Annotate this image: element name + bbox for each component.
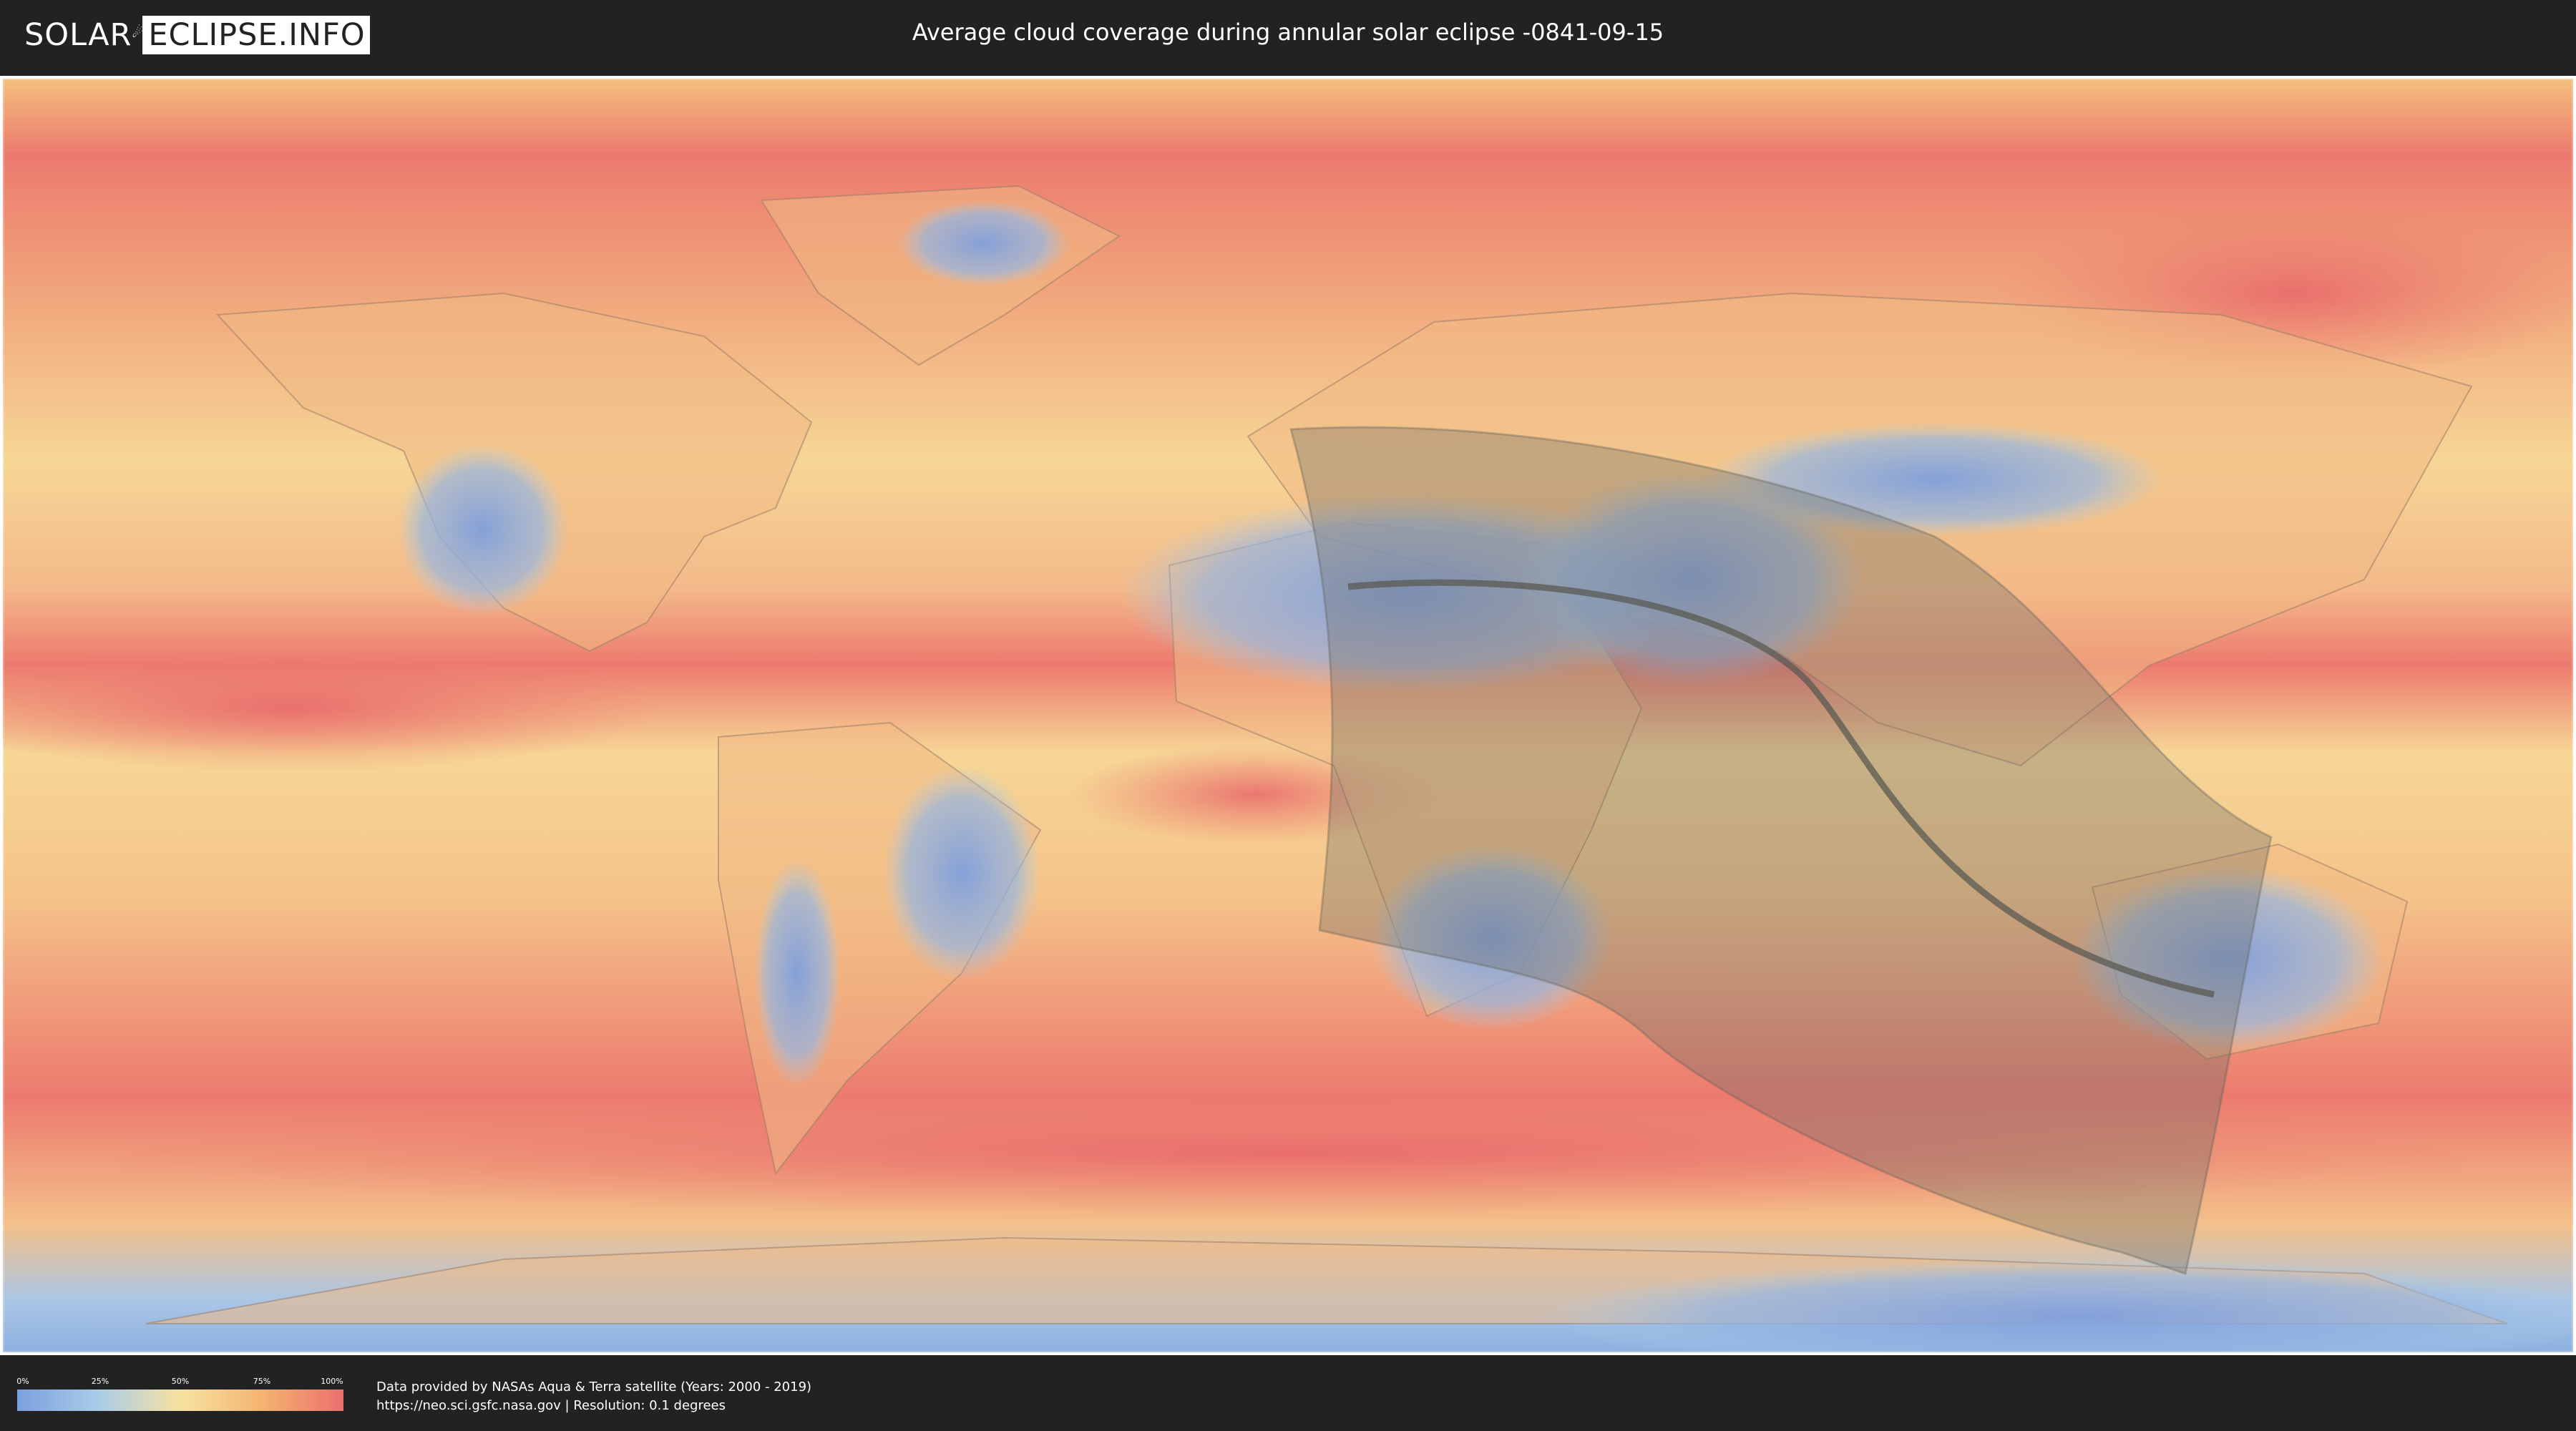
legend-tick-50: 50% [171, 1377, 190, 1386]
cloud-coverage-legend: 0% 25% 50% 75% 100% [16, 1377, 343, 1411]
clear-region-andes [754, 859, 840, 1088]
credits-line-1: Data provided by NASAs Aqua & Terra sate… [376, 1379, 812, 1395]
clear-region-greenland [897, 200, 1069, 286]
page-title: Average cloud coverage during annular so… [912, 19, 1664, 46]
legend-color-bar [17, 1390, 343, 1411]
clear-region-brazil [883, 766, 1040, 980]
credits-line-2: https://neo.sci.gsfc.nasa.gov | Resoluti… [376, 1398, 726, 1413]
clear-region-us-southwest [396, 444, 568, 615]
legend-tick-0: 0% [16, 1377, 29, 1386]
map-frame [0, 76, 2576, 1355]
data-credits: Data provided by NASAs Aqua & Terra sate… [376, 1378, 811, 1415]
legend-tick-25: 25% [91, 1377, 109, 1386]
legend-tick-100: 100% [321, 1377, 343, 1386]
legend-tick-75: 75% [253, 1377, 271, 1386]
cloud-coverage-map[interactable] [3, 79, 2573, 1352]
legend-ticks: 0% 25% 50% 75% 100% [16, 1377, 343, 1390]
header-bar: SOLAR ☄ ECLIPSE.INFO Average cloud cover… [0, 0, 2576, 72]
